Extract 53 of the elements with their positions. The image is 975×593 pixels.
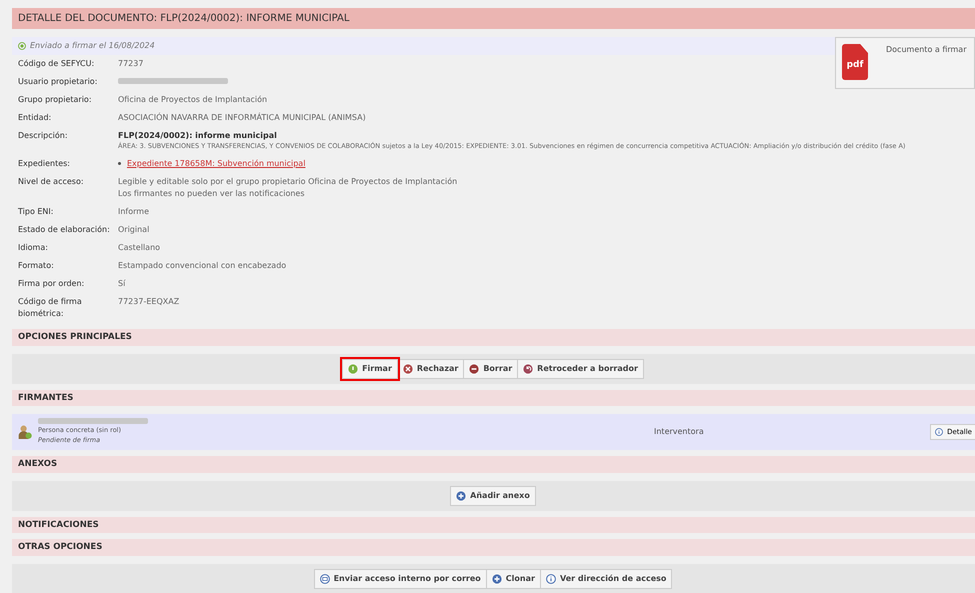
field-value: Original [118,224,150,236]
field-label: Entidad: [18,112,52,124]
section-header: OPCIONES PRINCIPALES [12,328,975,346]
field-value: Legible y editable solo por el grupo propietario Oficina de Proyectos de Implantación [118,176,458,188]
action-button[interactable]: Firmar [342,358,398,378]
description-title: FLP(2024/0002): informe municipal [118,130,278,142]
field-label: Idioma: [18,242,49,254]
action-button[interactable]: Enviar acceso interno por correo [314,569,487,589]
minus-circle-icon [469,364,480,374]
action-button[interactable]: Borrar [463,358,518,378]
field-value: Los firmantes no pueden ver las notificaciones [118,188,306,200]
field-value: ASOCIACIÓN NAVARRA DE INFORMÁTICA MUNICIPAL (ANIMSA) [118,112,366,124]
status-text: Enviado a firmar el 16/08/2024 [30,40,155,52]
field-value: Estampado convencional con encabezado [118,260,286,272]
action-button[interactable]: Añadir anexo [450,486,536,506]
field-label: Nivel de acceso: [18,176,85,188]
field-label: Grupo propietario: [18,94,93,106]
field-value: Informe [118,206,150,218]
field-label: Descripción: [18,130,69,142]
field-label: Formato: [18,260,55,272]
field-label: Expedientes: [18,158,72,170]
pdf-file-icon: pdf [842,44,868,80]
section-header: NOTIFICACIONES [12,516,975,534]
bullet-dot [118,162,121,166]
action-button[interactable]: Clonar [486,569,541,589]
field-value: 77237-EEQXAZ [118,296,180,308]
field-value: Sí [118,278,126,290]
signer-position: Interventora [654,426,705,438]
field-label: Código de firma biométrica: [18,296,83,320]
plus-circle-icon [492,574,502,584]
x-circle-icon [402,364,413,374]
field-label: Usuario propietario: [18,76,98,88]
document-label: Documento a firmar [886,44,966,56]
info-icon [935,428,944,436]
section-header: OTRAS OPCIONES [12,539,975,556]
field-value: 77237 [118,58,144,70]
section-header: ANEXOS [12,456,975,472]
page-title: DETALLE DEL DOCUMENTO: FLP(2024/0002): INFORME MUNICIPAL [12,8,975,29]
expediente-link[interactable]: Expediente 178658M: Subvención municipal [127,158,306,170]
field-label: Estado de elaboración: [18,224,111,236]
mail-icon [320,574,330,584]
person-icon [18,425,32,439]
field-value: Oficina de Proyectos de Implantación [118,94,268,106]
action-button[interactable]: Retroceder a borrador [517,358,644,378]
document-card[interactable]: pdf Documento a firmar [835,37,975,89]
field-label: Tipo ENI: [18,206,54,218]
field-label: Código de SEFYCU: [18,58,96,70]
action-button[interactable]: Ver dirección de acceso [540,569,672,589]
info-icon [546,574,556,584]
field-value: Castellano [118,242,160,254]
section-header: FIRMANTES [12,390,975,406]
plus-circle-icon [456,490,466,500]
field-label: Firma por orden: [18,278,86,290]
